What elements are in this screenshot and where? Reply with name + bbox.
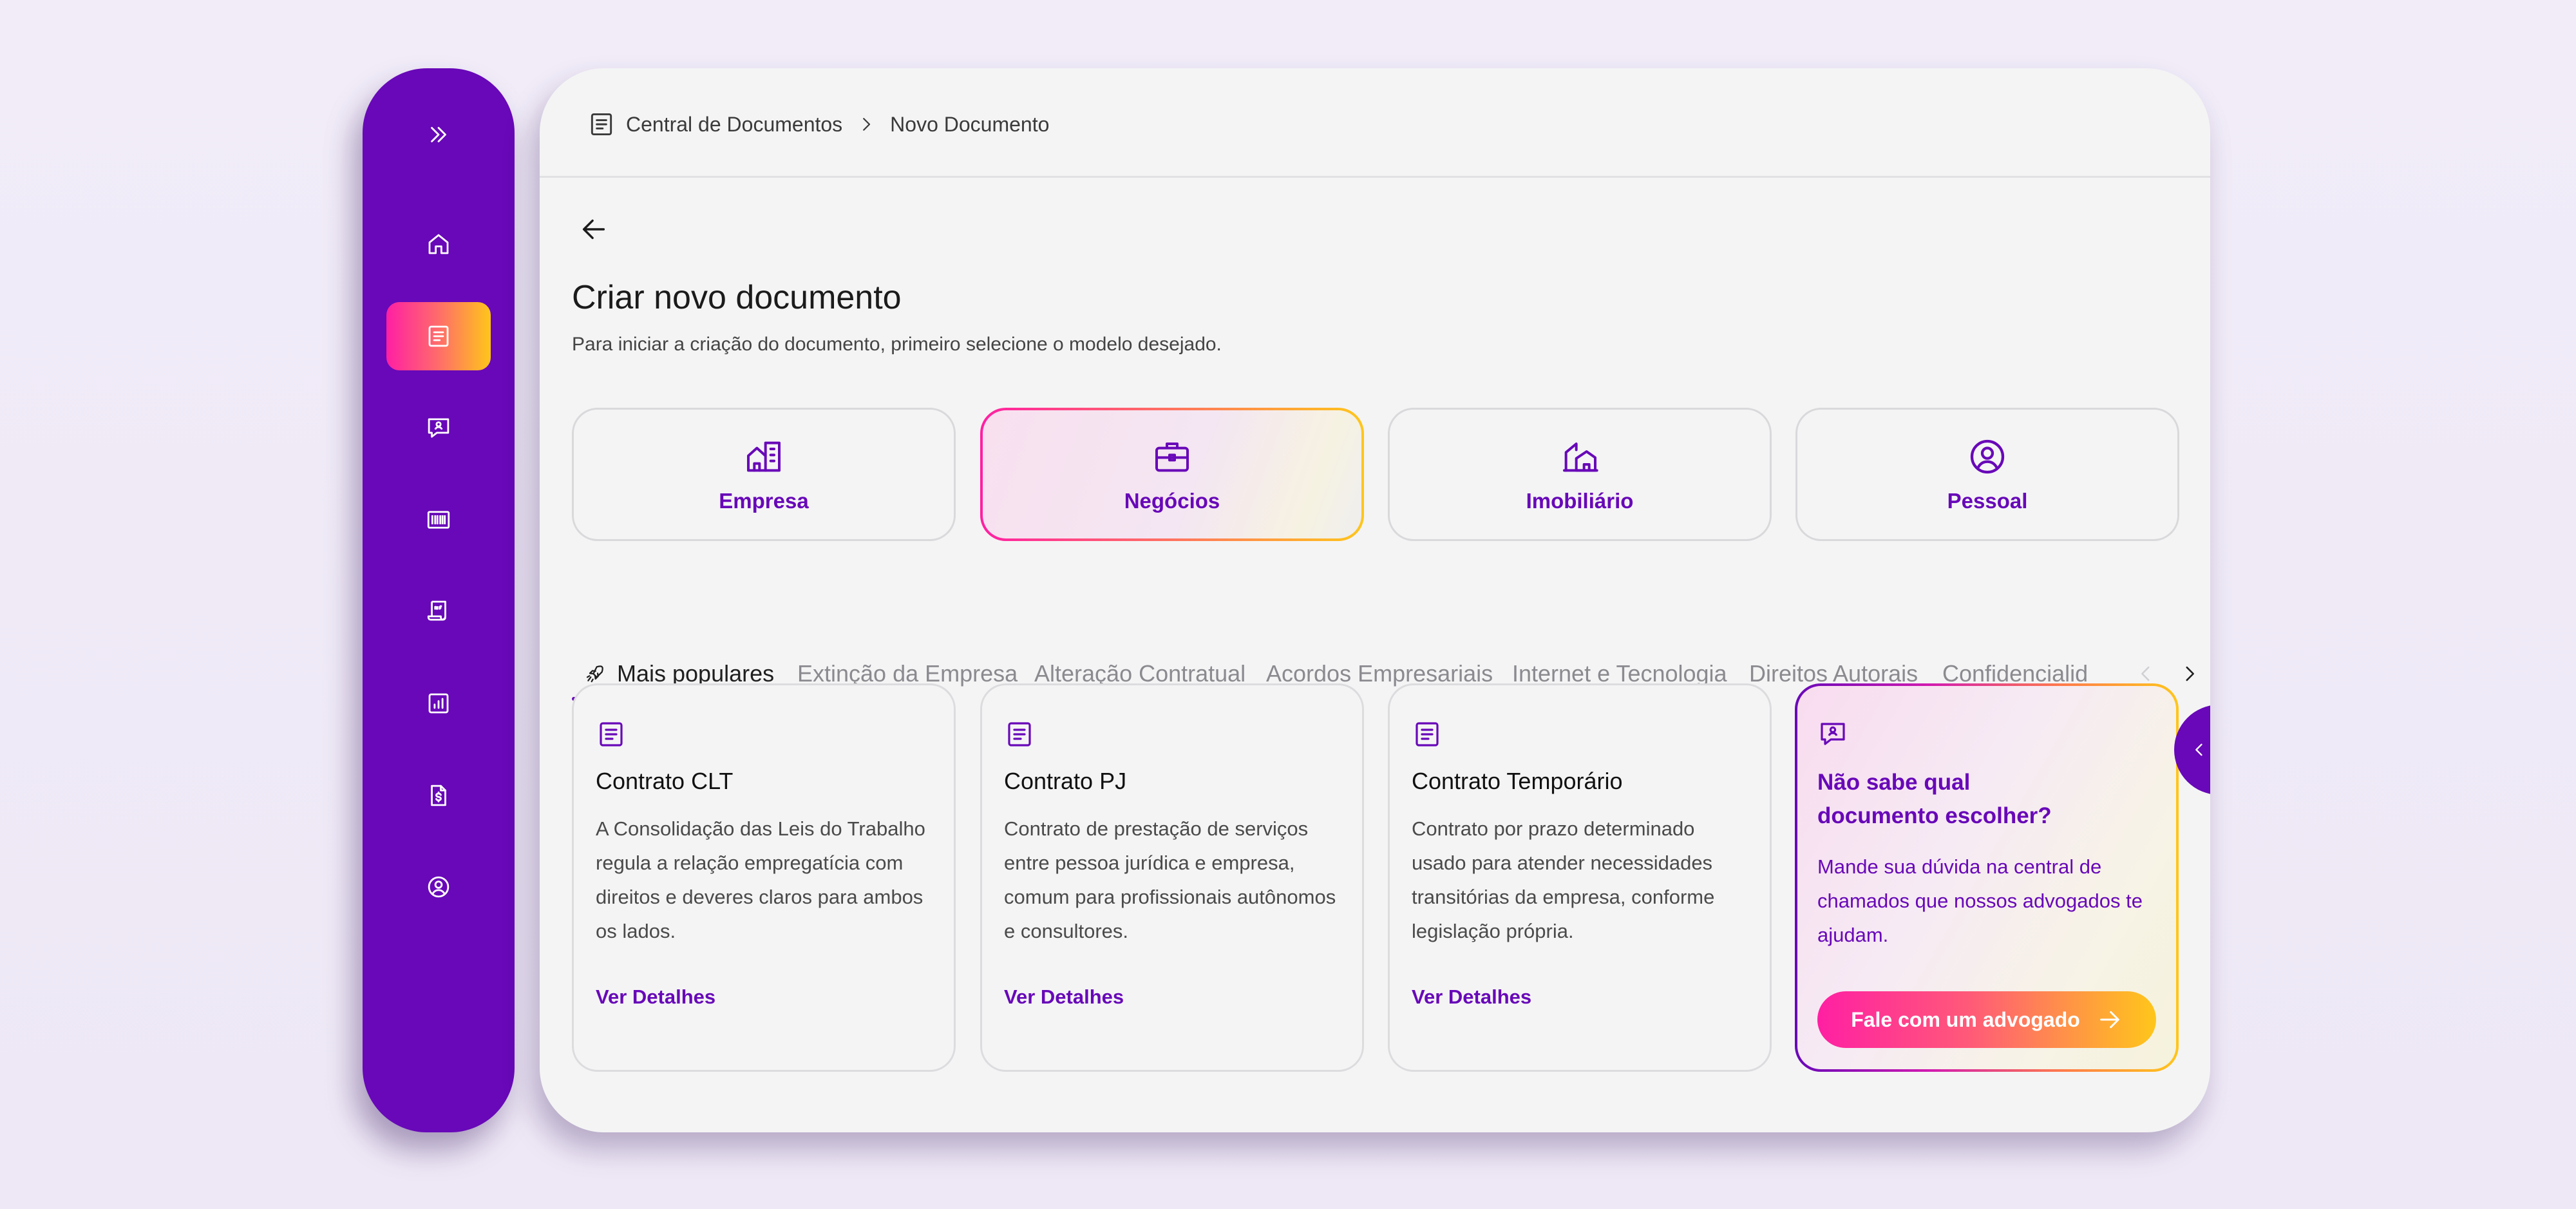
document-icon [1412,719,1443,750]
sidebar-item-reports[interactable] [386,669,491,738]
category-label: Imobiliário [1526,488,1634,513]
chevron-left-icon [2141,666,2150,681]
arrow-right-icon [2099,1011,2119,1029]
document-description: Contrato de prestação de serviços entre … [1004,817,1336,942]
chat-user-icon [428,418,450,438]
help-description: Mande sua dúvida na central de chamados … [1817,855,2143,946]
sidebar-item-home[interactable] [386,210,491,278]
breadcrumb: Central de Documentos Novo Documento [587,108,1049,140]
expand-chevrons-icon [431,127,446,142]
building-icon [747,441,781,471]
sidebar-item-boletos[interactable] [386,486,491,554]
back-button[interactable] [573,209,614,250]
sidebar-item-support[interactable] [386,394,491,462]
document-card-contrato-temporario[interactable]: Contrato Temporário Contrato por prazo d… [1388,683,1772,1072]
breadcrumb-separator [857,115,876,134]
side-drawer-toggle[interactable] [2174,705,2210,795]
sidebar-item-notas-fiscais[interactable] [386,577,491,645]
user-circle-icon [1970,439,2005,473]
document-icon [596,719,627,750]
document-title: Contrato Temporário [1412,768,1623,794]
document-card-contrato-clt[interactable]: Contrato CLT A Consolidação das Leis do … [572,683,956,1072]
document-description: Contrato por prazo determinado usado par… [1412,817,1715,942]
category-label: Negócios [1124,488,1220,513]
view-details-link[interactable]: Ver Detalhes [596,985,715,1009]
sidebar-item-financial[interactable] [386,761,491,830]
chevron-right-icon [2186,666,2194,681]
view-details-link[interactable]: Ver Detalhes [1412,985,1531,1009]
category-card-pessoal[interactable]: Pessoal [1795,408,2179,541]
document-card-contrato-pj[interactable]: Contrato PJ Contrato de prestação de ser… [980,683,1364,1072]
document-icon [1004,719,1035,750]
category-card-empresa[interactable]: Empresa [572,408,956,541]
document-description: A Consolidação das Leis do Trabalho regu… [596,817,925,942]
page-subtitle: Para iniciar a criação do documento, pri… [572,334,1222,355]
help-title: Não sabe qual documento escolher? [1817,770,2052,828]
document-title: Contrato PJ [1004,768,1127,794]
view-details-link[interactable]: Ver Detalhes [1004,985,1124,1009]
barcode-icon [427,511,450,529]
category-card-negocios[interactable]: Negócios [980,408,1364,541]
sidebar-item-profile[interactable] [386,853,491,921]
sidebar-item-documents[interactable] [386,302,491,370]
home-icon [428,234,449,254]
talk-to-lawyer-button[interactable]: Fale com um advogado [1817,991,2156,1048]
button-label: Fale com um advogado [1851,1007,2080,1031]
rocket-icon [586,665,603,683]
breadcrumb-root-link[interactable]: Central de Documentos [626,113,842,137]
arrow-left-icon [582,219,605,240]
invoice-nf-icon [427,600,446,621]
user-circle-icon [428,876,450,898]
document-icon [428,325,449,347]
chat-user-icon [1817,718,1848,749]
sidebar [363,68,515,1132]
tabs-scroll-right-button[interactable] [2174,658,2205,689]
category-label: Empresa [719,488,809,513]
report-chart-icon [428,693,449,714]
chevron-right-icon [863,118,871,131]
sidebar-expand-button[interactable] [386,100,491,169]
document-title: Contrato CLT [596,768,734,794]
top-bar: Central de Documentos Novo Documento [540,68,2210,178]
page-title: Criar novo documento [572,279,902,316]
category-card-imobiliario[interactable]: Imobiliário [1388,408,1772,541]
breadcrumb-current: Novo Documento [890,112,1050,136]
house-icon [1563,442,1598,471]
document-icon [591,113,612,136]
money-file-icon [431,785,446,806]
help-card: Não sabe qual documento escolher? Mande … [1795,683,2179,1072]
main-panel: Central de Documentos Novo Documento Cri… [540,68,2210,1132]
category-label: Pessoal [1947,488,2028,513]
chevron-left-icon [2195,743,2202,756]
briefcase-icon [1155,442,1189,471]
